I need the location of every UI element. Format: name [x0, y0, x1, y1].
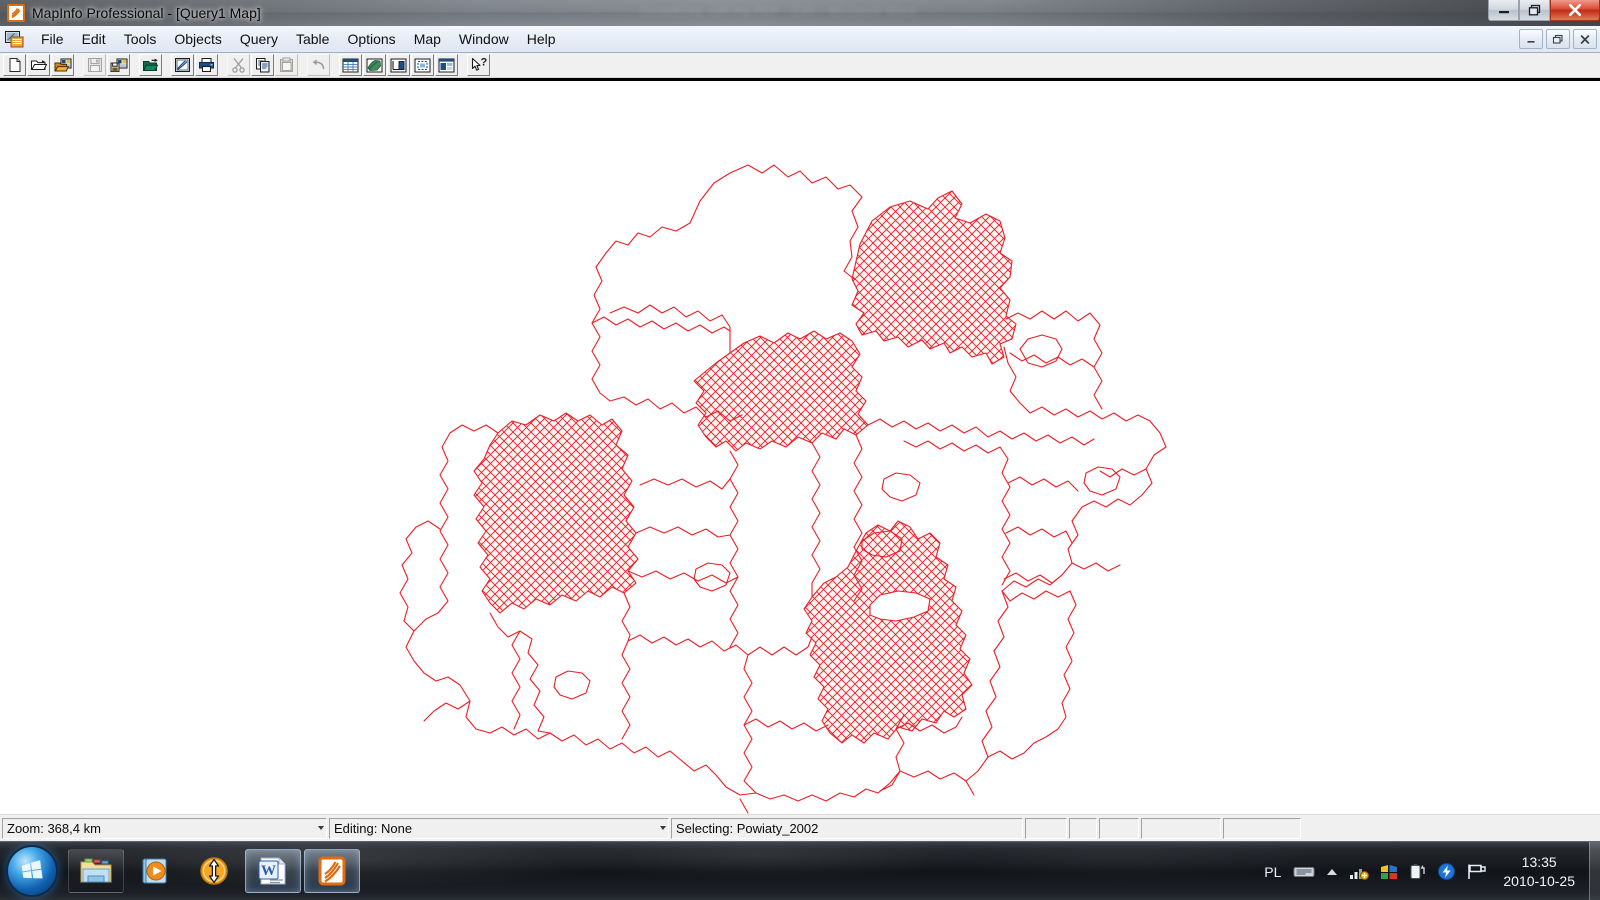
status-panel-8[interactable] [1223, 817, 1301, 839]
battery-icon[interactable] [1409, 863, 1427, 880]
windows-start-orb[interactable] [8, 847, 56, 895]
taskbar-item-media-player[interactable] [127, 849, 183, 893]
menu-item-tools[interactable]: Tools [115, 28, 166, 50]
desktop-root: Dodatkowy edit.ing.PDF - CAT - Microsoft… [0, 0, 1600, 900]
taskbar-item-word[interactable]: W [245, 849, 301, 893]
map-canvas[interactable] [0, 79, 1600, 814]
redistrict-icon[interactable] [435, 54, 458, 76]
window-titlebar: Dodatkowy edit.ing.PDF - CAT - Microsoft… [0, 0, 1600, 26]
taskbar-item-sync[interactable] [186, 849, 242, 893]
selected-district-west [473, 412, 639, 614]
menu-item-map[interactable]: Map [405, 28, 450, 50]
open-workspace-icon[interactable] [51, 54, 74, 76]
zoom-panel[interactable]: Zoom: 368,4 km [2, 817, 327, 839]
mdi-window-controls [1519, 29, 1597, 49]
new-document-icon[interactable] [3, 54, 26, 76]
color-squares-app-icon[interactable] [1379, 863, 1399, 881]
clock-date: 2010-10-25 [1503, 872, 1575, 889]
resize-grip-icon[interactable] [318, 825, 324, 830]
folder-explorer-icon [80, 858, 112, 883]
toolbar-separator [331, 54, 339, 76]
menu-item-help[interactable]: Help [518, 28, 565, 50]
toolbar-separator [163, 54, 171, 76]
restore-button[interactable] [1519, 0, 1550, 21]
menu-bar: File Edit Tools Objects Query Table Opti… [0, 26, 1600, 53]
taskbar-item-explorer[interactable] [68, 849, 124, 893]
toolbar-separator [75, 54, 83, 76]
selecting-panel[interactable]: Selecting: Powiaty_2002 [671, 817, 1023, 839]
menu-item-query[interactable]: Query [231, 28, 287, 50]
taskbar-item-mapinfo[interactable] [304, 849, 360, 893]
mdi-minimize-button[interactable] [1519, 29, 1543, 49]
undo-arrow-icon[interactable] [307, 54, 330, 76]
mdi-close-button[interactable] [1573, 29, 1597, 49]
menu-item-file[interactable]: File [32, 28, 73, 50]
grapher-icon[interactable] [387, 54, 410, 76]
menu-items: File Edit Tools Objects Query Table Opti… [32, 28, 565, 50]
power-lightning-icon[interactable] [1437, 862, 1456, 881]
taskbar-items: W [68, 849, 360, 893]
status-panel-5[interactable] [1069, 817, 1097, 839]
status-bar: Zoom: 368,4 km Editing: None Selecting: … [0, 814, 1600, 841]
layout-icon[interactable] [411, 54, 434, 76]
toolbar-separator [299, 54, 307, 76]
menu-item-edit[interactable]: Edit [73, 28, 115, 50]
scissors-icon[interactable] [227, 54, 250, 76]
toolbar-separator [131, 54, 139, 76]
mapinfo-icon [318, 856, 346, 886]
svg-text:W: W [261, 863, 276, 879]
network-signal-icon[interactable] [1349, 864, 1370, 880]
editing-label: Editing: None [334, 820, 413, 836]
minimize-button[interactable] [1488, 0, 1519, 21]
orange-updown-arrow-icon [200, 857, 228, 885]
keyboard-layout-icon[interactable] [1293, 864, 1315, 879]
printer-icon[interactable] [195, 54, 218, 76]
copy-icon[interactable] [251, 54, 274, 76]
editing-panel[interactable]: Editing: None [329, 817, 669, 839]
print-preview-icon[interactable] [171, 54, 194, 76]
menu-item-table[interactable]: Table [287, 28, 338, 50]
save-floppy-icon[interactable] [83, 54, 106, 76]
menu-item-window[interactable]: Window [450, 28, 518, 50]
mdi-restore-button[interactable] [1546, 29, 1570, 49]
paste-icon[interactable] [275, 54, 298, 76]
powiaty-map-svg[interactable] [0, 81, 1600, 814]
mapinfo-icon [7, 4, 25, 22]
media-player-icon [142, 858, 167, 884]
map-globe-icon[interactable] [363, 54, 386, 76]
show-hidden-icons-chevron[interactable] [1325, 866, 1339, 878]
main-toolbar: ? [0, 53, 1600, 78]
close-button[interactable] [1550, 0, 1600, 21]
save-window-icon[interactable] [139, 54, 162, 76]
window-controls [1488, 0, 1600, 22]
status-panel-7[interactable] [1141, 817, 1221, 839]
status-panel-6[interactable] [1099, 817, 1139, 839]
system-tray: PL 13:35 2010-10-25 [1264, 842, 1600, 900]
taskbar-clock[interactable]: 13:35 2010-10-25 [1503, 853, 1575, 891]
resize-grip-icon[interactable] [660, 825, 666, 830]
microsoft-word-icon: W [258, 857, 286, 885]
svg-text:?: ? [481, 57, 488, 69]
windows-taskbar: W PL 13:35 2010-10-25 [0, 841, 1600, 900]
zoom-label: Zoom: 368,4 km [7, 820, 101, 836]
help-arrow-icon[interactable]: ? [467, 54, 490, 76]
clock-time: 13:35 [1521, 853, 1557, 870]
action-center-flag-icon[interactable] [1466, 863, 1487, 880]
browser-grid-icon[interactable] [339, 54, 362, 76]
background-window-ghost-title: Dodatkowy edit.ing.PDF - CAT - Microsoft… [640, 4, 916, 18]
open-folder-icon[interactable] [27, 54, 50, 76]
mapinfo-document-icon[interactable] [5, 30, 24, 48]
show-desktop-button[interactable] [1589, 842, 1600, 900]
menu-item-objects[interactable]: Objects [165, 28, 230, 50]
save-workspace-icon[interactable] [107, 54, 130, 76]
language-indicator[interactable]: PL [1264, 864, 1281, 880]
toolbar-separator [459, 54, 467, 76]
status-panel-4[interactable] [1025, 817, 1067, 839]
menu-item-options[interactable]: Options [338, 28, 404, 50]
window-title: MapInfo Professional - [Query1 Map] [32, 5, 261, 21]
toolbar-separator [219, 54, 227, 76]
selecting-label: Selecting: Powiaty_2002 [676, 820, 819, 836]
